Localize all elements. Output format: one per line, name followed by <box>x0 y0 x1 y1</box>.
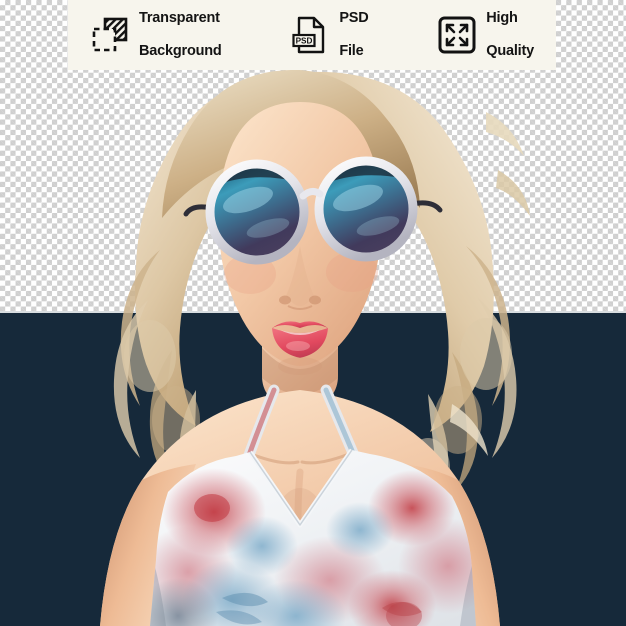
badge-psd-file-label: PSD File <box>339 0 368 76</box>
badge-label-line-1: PSD <box>339 10 369 27</box>
badge-high-quality-label: High Quality <box>486 0 534 76</box>
high-quality-icon <box>437 15 477 55</box>
badge-label-line-2: Background <box>139 43 222 60</box>
badge-label-line-2: File <box>339 43 364 60</box>
badge-label-line-2: Quality <box>486 43 534 60</box>
badge-high-quality: High Quality <box>437 0 534 76</box>
psd-preview-canvas: Transparent Background PSD PSD File High… <box>0 0 626 626</box>
badge-label-line-1: Transparent <box>139 10 220 27</box>
feature-badge-bar: Transparent Background PSD PSD File High… <box>68 0 556 70</box>
badge-transparent-background-label: Transparent Background <box>139 0 222 76</box>
badge-psd-file: PSD PSD File <box>290 0 369 76</box>
badge-transparent-background: Transparent Background <box>90 0 222 76</box>
badge-label-line-1: High <box>486 10 518 27</box>
psd-file-icon: PSD <box>290 15 330 55</box>
psd-icon-text: PSD <box>296 36 313 45</box>
transparent-background-icon <box>90 15 130 55</box>
subject-portrait <box>0 60 626 626</box>
